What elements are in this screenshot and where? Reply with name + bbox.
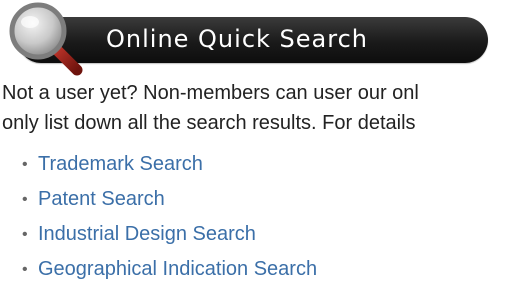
list-item: • Patent Search [22,182,317,217]
list-item: • Trademark Search [22,147,317,182]
trademark-search-link[interactable]: Trademark Search [38,153,203,175]
intro-line-1: Not a user yet? Non-members can user our… [2,82,419,104]
bullet: • [22,226,28,243]
banner-title: Online Quick Search [106,25,368,53]
bullet: • [22,261,28,278]
magnifier-icon [9,2,83,76]
geographical-indication-search-link[interactable]: Geographical Indication Search [38,258,317,280]
search-links-list: • Trademark Search • Patent Search • Indust… [22,147,317,286]
patent-search-link[interactable]: Patent Search [38,188,165,210]
industrial-design-search-link[interactable]: Industrial Design Search [38,223,256,245]
intro-line-2: only list down all the search results. F… [2,112,416,134]
bullet: • [22,156,28,173]
bullet: • [22,191,28,208]
list-item: • Industrial Design Search [22,217,317,252]
list-item: • Geographical Indication Search [22,252,317,286]
intro-text: Not a user yet? Non-members can user our… [2,78,516,138]
